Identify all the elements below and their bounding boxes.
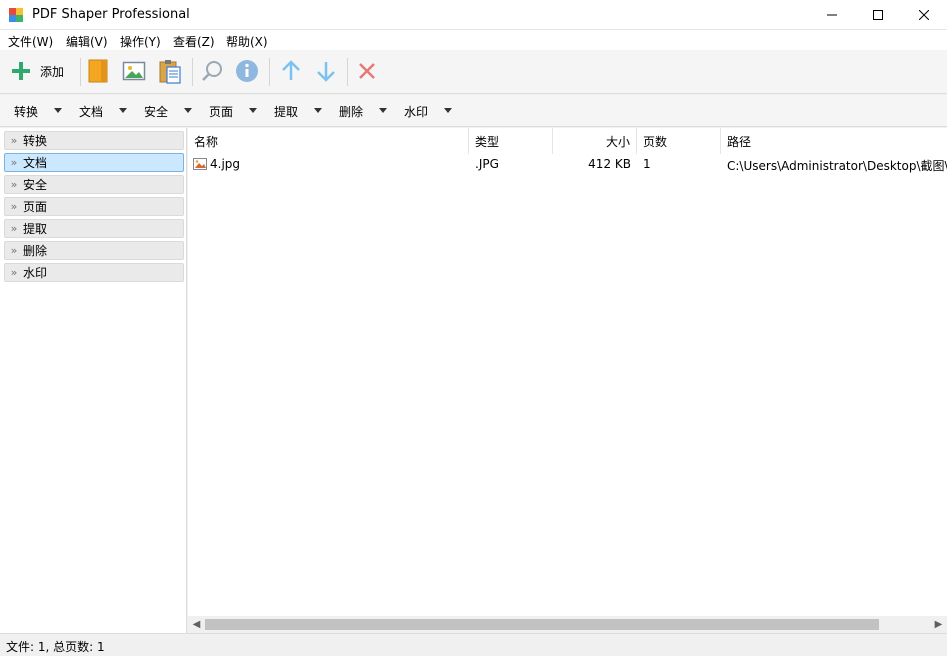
- security-dropdown[interactable]: 安全: [144, 103, 168, 120]
- chevron-down-icon[interactable]: [314, 108, 322, 113]
- menu-edit[interactable]: 编辑(V): [66, 33, 108, 50]
- arrow-up-icon: [282, 60, 300, 80]
- double-chevron-icon: »: [10, 156, 18, 169]
- column-header-path[interactable]: 路径: [721, 128, 947, 154]
- sidebar-item-security[interactable]: » 安全: [4, 175, 184, 194]
- move-down-button[interactable]: [314, 56, 338, 86]
- cell-pages: 1: [643, 157, 651, 171]
- double-chevron-icon: »: [10, 266, 18, 279]
- app-logo-icon: [8, 7, 24, 23]
- toolbar-separator: [347, 58, 348, 86]
- extract-dropdown[interactable]: 提取: [274, 103, 298, 120]
- maximize-button[interactable]: [855, 0, 901, 30]
- sidebar-item-label: 删除: [23, 244, 48, 258]
- scroll-left-icon[interactable]: ◀: [188, 616, 205, 633]
- column-header-type[interactable]: 类型: [469, 128, 553, 154]
- image-file-icon: [193, 158, 207, 173]
- status-text: 文件: 1, 总页数: 1: [6, 640, 105, 654]
- chevron-down-icon[interactable]: [379, 108, 387, 113]
- sidebar-item-label: 转换: [23, 134, 48, 148]
- document-dropdown[interactable]: 文档: [79, 103, 103, 120]
- status-bar: 文件: 1, 总页数: 1: [0, 633, 947, 656]
- menu-file[interactable]: 文件(W): [8, 33, 53, 50]
- toolbar-separator: [269, 58, 270, 86]
- sidebar: » 转换 » 文档 » 安全 » 页面 » 提取 » 删除 » 水印: [0, 128, 187, 633]
- file-list: 名称 类型 大小 页数 路径 4.jpg .JPG 412 KB 1 C:\Us…: [188, 128, 947, 633]
- sidebar-item-pages[interactable]: » 页面: [4, 197, 184, 216]
- title-bar: PDF Shaper Professional: [0, 0, 947, 30]
- double-chevron-icon: »: [10, 134, 18, 147]
- sidebar-item-document[interactable]: » 文档: [4, 153, 184, 172]
- toolbar-separator: [192, 58, 193, 86]
- watermark-dropdown[interactable]: 水印: [404, 103, 428, 120]
- remove-button[interactable]: [356, 56, 378, 86]
- main-toolbar: 添加: [0, 50, 947, 94]
- sidebar-item-label: 提取: [23, 222, 48, 236]
- cell-path: C:\Users\Administrator\Desktop\截图\: [727, 159, 947, 173]
- column-header-size[interactable]: 大小: [553, 128, 637, 154]
- chevron-down-icon[interactable]: [184, 108, 192, 113]
- chevron-down-icon[interactable]: [54, 108, 62, 113]
- convert-dropdown[interactable]: 转换: [14, 103, 38, 120]
- paste-button[interactable]: [158, 56, 182, 86]
- sidebar-item-extract[interactable]: » 提取: [4, 219, 184, 238]
- sidebar-item-label: 水印: [23, 266, 48, 280]
- pages-dropdown[interactable]: 页面: [209, 103, 233, 120]
- sidebar-item-label: 安全: [23, 178, 48, 192]
- arrow-down-icon: [317, 62, 335, 82]
- sidebar-item-watermark[interactable]: » 水印: [4, 263, 184, 282]
- double-chevron-icon: »: [10, 200, 18, 213]
- minimize-button[interactable]: [809, 0, 855, 30]
- category-toolbar: 转换 文档 安全 页面 提取 删除 水印: [0, 95, 947, 127]
- cell-name: 4.jpg: [210, 157, 241, 171]
- column-header-name[interactable]: 名称: [188, 128, 469, 154]
- search-icon: [202, 61, 222, 81]
- sidebar-item-label: 页面: [23, 200, 48, 214]
- menu-help[interactable]: 帮助(X): [226, 33, 268, 50]
- double-chevron-icon: »: [10, 178, 18, 191]
- delete-dropdown[interactable]: 删除: [339, 103, 363, 120]
- column-header-pages[interactable]: 页数: [637, 128, 721, 154]
- maximize-icon: [873, 10, 883, 20]
- chevron-down-icon[interactable]: [444, 108, 452, 113]
- horizontal-scrollbar[interactable]: ◀ ▶: [188, 616, 947, 633]
- sidebar-item-delete[interactable]: » 删除: [4, 241, 184, 260]
- plus-icon: [12, 62, 30, 80]
- info-button[interactable]: [235, 56, 259, 86]
- folder-icon: [88, 59, 108, 83]
- sidebar-item-label: 文档: [23, 156, 48, 170]
- double-chevron-icon: »: [10, 222, 18, 235]
- sidebar-item-convert[interactable]: » 转换: [4, 131, 184, 150]
- search-button[interactable]: [200, 56, 224, 86]
- menu-bar: 文件(W) 编辑(V) 操作(Y) 查看(Z) 帮助(X): [0, 30, 947, 50]
- add-button[interactable]: 添加: [10, 56, 64, 86]
- chevron-down-icon[interactable]: [119, 108, 127, 113]
- add-image-button[interactable]: [122, 56, 146, 86]
- window-title: PDF Shaper Professional: [32, 7, 190, 22]
- double-chevron-icon: »: [10, 244, 18, 257]
- clipboard-icon: [159, 60, 181, 84]
- minimize-icon: [827, 14, 837, 16]
- delete-x-icon: [359, 63, 375, 79]
- close-button[interactable]: [901, 0, 947, 30]
- info-icon: [236, 60, 258, 82]
- scroll-right-icon[interactable]: ▶: [930, 616, 947, 633]
- image-icon: [122, 61, 146, 81]
- menu-action[interactable]: 操作(Y): [120, 33, 161, 50]
- move-up-button[interactable]: [279, 56, 303, 86]
- scrollbar-thumb[interactable]: [205, 619, 879, 630]
- toolbar-separator: [80, 58, 81, 86]
- cell-type: .JPG: [475, 157, 499, 171]
- add-button-label: 添加: [40, 64, 65, 79]
- chevron-down-icon[interactable]: [249, 108, 257, 113]
- open-folder-button[interactable]: [87, 56, 111, 86]
- cell-size: 412 KB: [588, 157, 631, 171]
- menu-view[interactable]: 查看(Z): [173, 33, 215, 50]
- close-icon: [919, 10, 929, 20]
